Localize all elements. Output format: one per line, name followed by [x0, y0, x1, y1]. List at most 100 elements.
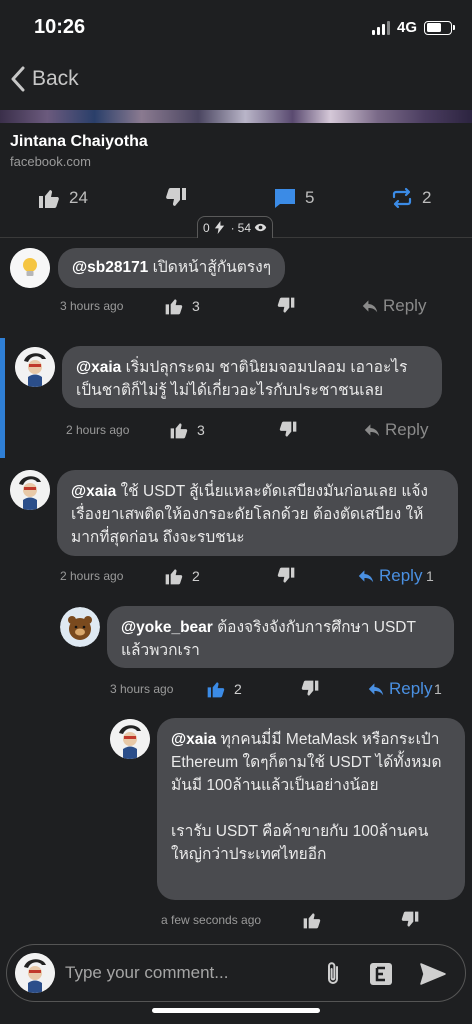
thumb-down-icon[interactable]: [276, 566, 296, 586]
comment-like-count: 3: [197, 422, 205, 438]
reply-button[interactable]: Reply: [362, 296, 426, 316]
reply-count[interactable]: 1: [426, 568, 434, 584]
signal-icon: [371, 20, 390, 35]
reply-button[interactable]: Reply: [368, 679, 432, 699]
thumb-down-icon[interactable]: [400, 910, 420, 930]
post-comments-button[interactable]: 5: [273, 186, 314, 210]
comment-like-button[interactable]: 3: [164, 296, 200, 316]
battery-icon: [424, 20, 455, 35]
comment-bubble[interactable]: @sb28171 เปิดหน้าสู้กันตรงๆ: [58, 248, 286, 288]
comment-text: ใช้ USDT สู้เนี่ยแหละตัดเสบียงมันก่อนเลย…: [71, 483, 428, 546]
reply-arrow-icon: [358, 570, 374, 583]
comment-like-button[interactable]: [302, 910, 322, 930]
comment-like-button[interactable]: 2: [164, 566, 200, 586]
comment-bubble[interactable]: @xaia ใช้ USDT สู้เนี่ยแหละตัดเสบียงมันก…: [57, 470, 458, 556]
avatar-image: [15, 953, 55, 993]
comment-author[interactable]: @sb28171: [72, 259, 148, 276]
back-button[interactable]: Back: [10, 66, 79, 92]
thumb-down-icon[interactable]: [278, 420, 298, 440]
paperclip-icon[interactable]: [319, 960, 347, 988]
send-icon[interactable]: [419, 960, 447, 988]
avatar[interactable]: [10, 470, 50, 510]
comment-time: 2 hours ago: [60, 569, 124, 583]
comment-meta: 3 hours ago 3 Reply: [0, 296, 472, 316]
reply-label: Reply: [379, 566, 423, 585]
thumb-up-icon: [170, 423, 188, 439]
reply-button[interactable]: Reply: [358, 566, 422, 586]
comment-text: เริ่มปลุกระดม ชาตินิยมจอมปลอม เอาอะไรเป็…: [76, 359, 408, 399]
comment-text-paragraph: เรารับ USDT คือค้าขายกับ 100ล้านคนใหญ่กว…: [171, 823, 429, 863]
thumb-up-icon: [207, 682, 225, 698]
comment-time: 3 hours ago: [110, 682, 174, 696]
post-dislike-button[interactable]: [164, 186, 188, 210]
avatar-image: [15, 347, 55, 387]
avatar-image: [60, 607, 100, 647]
post-repost-button[interactable]: 2: [390, 186, 431, 210]
reply-label: Reply: [389, 679, 433, 698]
comment-author[interactable]: @yoke_bear: [121, 619, 213, 636]
repost-icon: [392, 187, 412, 209]
post-comment-count: 5: [305, 188, 315, 207]
views-count: 54: [237, 220, 252, 235]
comment-composer: [6, 944, 466, 1002]
reply-count[interactable]: 1: [434, 681, 442, 697]
comment-like-count: 2: [192, 568, 200, 584]
avatar[interactable]: [15, 347, 55, 387]
source-domain[interactable]: facebook.com: [10, 154, 91, 169]
thumb-down-icon: [166, 188, 186, 206]
comment-author[interactable]: @xaia: [76, 359, 121, 376]
status-time: 10:26: [34, 16, 86, 38]
avatar-image: [10, 470, 50, 510]
post-like-button[interactable]: 24: [37, 186, 88, 210]
reply-arrow-icon: [368, 683, 384, 696]
user-avatar[interactable]: [15, 953, 55, 993]
comment-input[interactable]: [65, 959, 265, 987]
comment-meta: 2 hours ago 2 Reply 1: [0, 566, 472, 586]
avatar[interactable]: [60, 607, 100, 647]
thumb-down-icon[interactable]: [276, 296, 296, 316]
comment-like-count: 3: [192, 298, 200, 314]
comment-like-count: 2: [234, 681, 242, 697]
reply-arrow-icon: [364, 424, 380, 437]
reply-button[interactable]: Reply: [364, 420, 428, 440]
post-actions: 24 5 2: [0, 180, 472, 216]
source-title[interactable]: Jintana Chaiyotha: [10, 133, 148, 151]
comment-item: @sb28171 เปิดหน้าสู้กันตรงๆ 3 hours ago …: [0, 244, 472, 324]
avatar[interactable]: [10, 248, 50, 288]
eye-icon: [254, 223, 267, 232]
comment-text: เปิดหน้าสู้กันตรงๆ: [148, 259, 272, 276]
thumb-down-icon[interactable]: [300, 679, 320, 699]
avatar-image: [110, 719, 150, 759]
comment-time: 2 hours ago: [66, 423, 130, 437]
comment-time: 3 hours ago: [60, 299, 124, 313]
lightbulb-icon: [10, 248, 50, 288]
network-label: 4G: [396, 19, 417, 36]
status-indicators: 4G: [371, 19, 455, 36]
post-like-count: 24: [69, 188, 88, 207]
post-image-strip[interactable]: [0, 110, 472, 123]
thumb-up-icon: [165, 299, 183, 315]
status-bar: 10:26 4G: [0, 0, 472, 58]
comment-author[interactable]: @xaia: [171, 731, 216, 748]
avatar[interactable]: [110, 719, 150, 759]
editor-icon[interactable]: [367, 960, 395, 988]
reply-arrow-icon: [362, 300, 378, 313]
comment-meta: a few seconds ago: [0, 910, 472, 930]
back-label: Back: [32, 67, 79, 90]
comment-item: @xaia ทุกคนมี่มี MetaMask หรือกระเป๋า Et…: [0, 716, 472, 936]
thumb-up-icon: [303, 913, 321, 929]
comment-item: @xaia เริ่มปลุกระดม ชาตินิยมจอมปลอม เอาอ…: [0, 342, 472, 452]
comment-bubble[interactable]: @xaia ทุกคนมี่มี MetaMask หรือกระเป๋า Et…: [157, 718, 465, 900]
comment-meta: 2 hours ago 3 Reply: [0, 420, 472, 440]
comment-bubble[interactable]: @xaia เริ่มปลุกระดม ชาตินิยมจอมปลอม เอาอ…: [62, 346, 442, 408]
home-indicator[interactable]: [152, 1008, 320, 1013]
thumb-up-icon: [39, 190, 59, 208]
comment-item: @xaia ใช้ USDT สู้เนี่ยแหละตัดเสบียงมันก…: [0, 466, 472, 596]
comment-like-button[interactable]: 3: [169, 420, 205, 440]
comment-icon: [275, 189, 295, 208]
comment-like-button[interactable]: 2: [206, 679, 242, 699]
comment-author[interactable]: @xaia: [71, 483, 116, 500]
reply-label: Reply: [385, 420, 429, 439]
bolt-icon: [214, 221, 224, 234]
comment-bubble[interactable]: @yoke_bear ต้องจริงจังกับการศึกษา USDT แ…: [107, 606, 454, 668]
